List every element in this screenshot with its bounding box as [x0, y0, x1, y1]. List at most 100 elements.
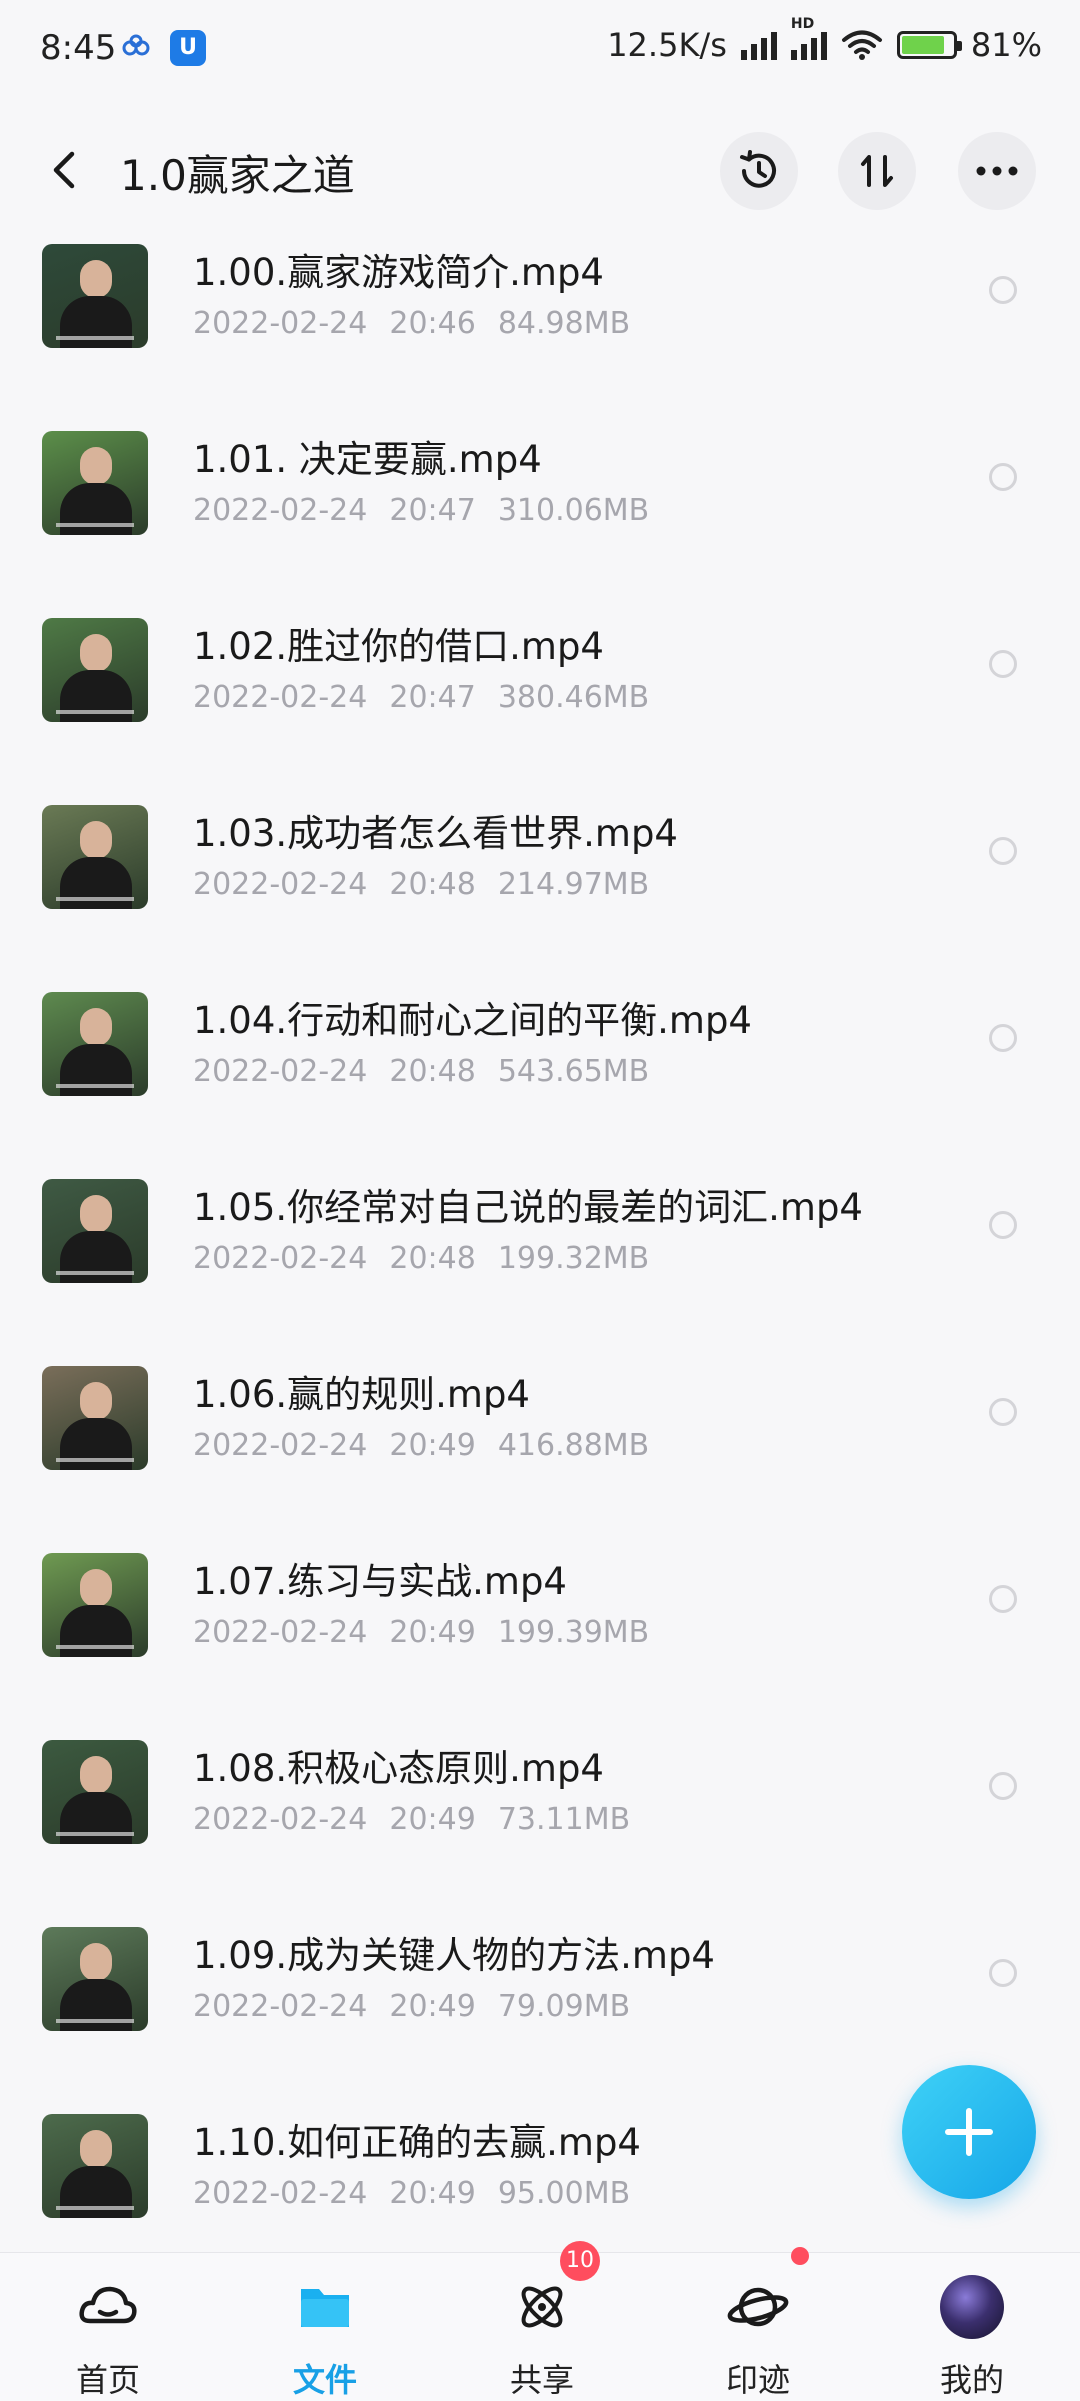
- file-time: 20:47: [389, 680, 476, 715]
- file-name: 1.00.赢家游戏简介.mp4: [193, 251, 604, 294]
- network-speed: 12.5K/s: [607, 26, 727, 64]
- status-time: 8:45: [40, 28, 117, 68]
- file-date: 2022-02-24: [193, 1054, 368, 1089]
- tab-mine[interactable]: 我的: [892, 2253, 1052, 2401]
- history-icon: [740, 150, 776, 188]
- file-name: 1.04.行动和耐心之间的平衡.mp4: [193, 999, 752, 1042]
- file-time: 20:48: [389, 1054, 476, 1089]
- select-radio[interactable]: [989, 1772, 1017, 1800]
- bottom-tab-bar: 首页 文件 共享 10 印迹 我的: [0, 2241, 1080, 2401]
- avatar-icon: [940, 2275, 1004, 2339]
- file-name: 1.05.你经常对自己说的最差的词汇.mp4: [193, 1186, 863, 1229]
- battery-level: 81%: [970, 26, 1042, 64]
- select-radio[interactable]: [989, 837, 1017, 865]
- history-button[interactable]: [720, 132, 798, 210]
- file-row[interactable]: 1.06.赢的规则.mp4 2022-02-24 20:49 416.88MB: [0, 1352, 1080, 1539]
- tab-files[interactable]: 文件: [245, 2253, 405, 2401]
- file-time: 20:46: [389, 306, 476, 341]
- file-size: 199.32MB: [497, 1241, 650, 1276]
- file-time: 20:47: [389, 493, 476, 528]
- select-radio[interactable]: [989, 1398, 1017, 1426]
- footprint-dot: [791, 2247, 809, 2265]
- select-radio[interactable]: [989, 276, 1017, 304]
- file-row[interactable]: 1.04.行动和耐心之间的平衡.mp4 2022-02-24 20:48 543.6…: [0, 978, 1080, 1165]
- file-row[interactable]: 1.07.练习与实战.mp4 2022-02-24 20:49 199.39MB: [0, 1539, 1080, 1726]
- file-time: 20:49: [389, 1802, 476, 1837]
- file-row[interactable]: 1.05.你经常对自己说的最差的词汇.mp4 2022-02-24 20:48 19…: [0, 1165, 1080, 1352]
- planet-icon: [727, 2287, 789, 2327]
- tab-share-label: 共享: [509, 2361, 574, 2399]
- folder-icon: [301, 2289, 349, 2327]
- select-radio[interactable]: [989, 1211, 1017, 1239]
- home-cloud-icon: [79, 2286, 137, 2324]
- video-thumbnail: [42, 2114, 148, 2218]
- video-thumbnail: [42, 1927, 148, 2031]
- tab-files-label: 文件: [292, 2361, 357, 2399]
- file-time: 20:49: [389, 2176, 476, 2211]
- tab-home-label: 首页: [75, 2361, 140, 2399]
- tab-footprint-label: 印迹: [725, 2361, 790, 2399]
- sort-button[interactable]: [838, 132, 916, 210]
- file-time: 20:48: [389, 867, 476, 902]
- file-size: 84.98MB: [497, 306, 631, 341]
- file-time: 20:49: [389, 1615, 476, 1650]
- file-row[interactable]: 1.08.积极心态原则.mp4 2022-02-24 20:49 73.11MB: [0, 1726, 1080, 1913]
- select-radio[interactable]: [989, 463, 1017, 491]
- file-time: 20:49: [389, 1428, 476, 1463]
- video-thumbnail: [42, 992, 148, 1096]
- select-radio[interactable]: [989, 1024, 1017, 1052]
- file-size: 79.09MB: [497, 1989, 631, 2024]
- hd-signal-icon: HD: [790, 16, 827, 60]
- file-row[interactable]: 1.09.成为关键人物的方法.mp4 2022-02-24 20:49 79.09M…: [0, 1913, 1080, 2100]
- file-size: 73.11MB: [497, 1802, 631, 1837]
- back-icon[interactable]: [46, 148, 86, 192]
- file-time: 20:48: [389, 1241, 476, 1276]
- file-date: 2022-02-24: [193, 1241, 368, 1276]
- file-size: 310.06MB: [497, 493, 650, 528]
- file-date: 2022-02-24: [193, 2176, 368, 2211]
- tab-mine-label: 我的: [939, 2361, 1004, 2399]
- file-size: 199.39MB: [497, 1615, 650, 1650]
- file-row[interactable]: 1.03.成功者怎么看世界.mp4 2022-02-24 20:48 214.97M…: [0, 791, 1080, 978]
- video-thumbnail: [42, 1366, 148, 1470]
- more-button[interactable]: [958, 132, 1036, 210]
- status-right: 12.5K/s HD 81%: [607, 16, 1042, 64]
- video-thumbnail: [42, 1179, 148, 1283]
- file-date: 2022-02-24: [193, 1428, 368, 1463]
- file-meta: 2022-02-24 20:49 95.00MB: [193, 2176, 652, 2211]
- file-meta: 2022-02-24 20:49 199.39MB: [193, 1615, 671, 1650]
- file-name: 1.01. 决定要赢.mp4: [193, 438, 542, 481]
- file-meta: 2022-02-24 20:49 79.09MB: [193, 1989, 652, 2024]
- add-button[interactable]: [902, 2065, 1036, 2199]
- tab-footprint[interactable]: 印迹: [678, 2253, 838, 2401]
- select-radio[interactable]: [989, 650, 1017, 678]
- file-size: 380.46MB: [497, 680, 650, 715]
- top-app-bar: 1.0赢家之道: [0, 120, 1080, 220]
- video-thumbnail: [42, 805, 148, 909]
- file-row[interactable]: 1.01. 决定要赢.mp4 2022-02-24 20:47 310.06MB: [0, 417, 1080, 604]
- file-meta: 2022-02-24 20:48 214.97MB: [193, 867, 671, 902]
- file-date: 2022-02-24: [193, 1989, 368, 2024]
- select-radio[interactable]: [989, 1585, 1017, 1613]
- tab-share[interactable]: 共享: [462, 2253, 622, 2401]
- file-name: 1.02.胜过你的借口.mp4: [193, 625, 604, 668]
- file-size: 416.88MB: [497, 1428, 650, 1463]
- file-date: 2022-02-24: [193, 867, 368, 902]
- status-bar: 8:45 U 12.5K/s HD 81%: [0, 0, 1080, 100]
- video-thumbnail: [42, 431, 148, 535]
- tab-home[interactable]: 首页: [28, 2253, 188, 2401]
- file-meta: 2022-02-24 20:49 73.11MB: [193, 1802, 652, 1837]
- file-name: 1.07.练习与实战.mp4: [193, 1560, 567, 1603]
- video-thumbnail: [42, 1740, 148, 1844]
- share-atom-icon: [521, 2286, 563, 2328]
- file-date: 2022-02-24: [193, 1615, 368, 1650]
- file-meta: 2022-02-24 20:46 84.98MB: [193, 306, 652, 341]
- file-size: 95.00MB: [497, 2176, 631, 2211]
- battery-icon: [896, 31, 962, 59]
- select-radio[interactable]: [989, 1959, 1017, 1987]
- file-row[interactable]: 1.02.胜过你的借口.mp4 2022-02-24 20:47 380.46MB: [0, 604, 1080, 791]
- file-row[interactable]: 1.00.赢家游戏简介.mp4 2022-02-24 20:46 84.98MB: [0, 230, 1080, 417]
- file-name: 1.08.积极心态原则.mp4: [193, 1747, 604, 1790]
- file-list: 1.00.赢家游戏简介.mp4 2022-02-24 20:46 84.98MB 1…: [0, 230, 1080, 2287]
- sort-icon: [861, 155, 893, 187]
